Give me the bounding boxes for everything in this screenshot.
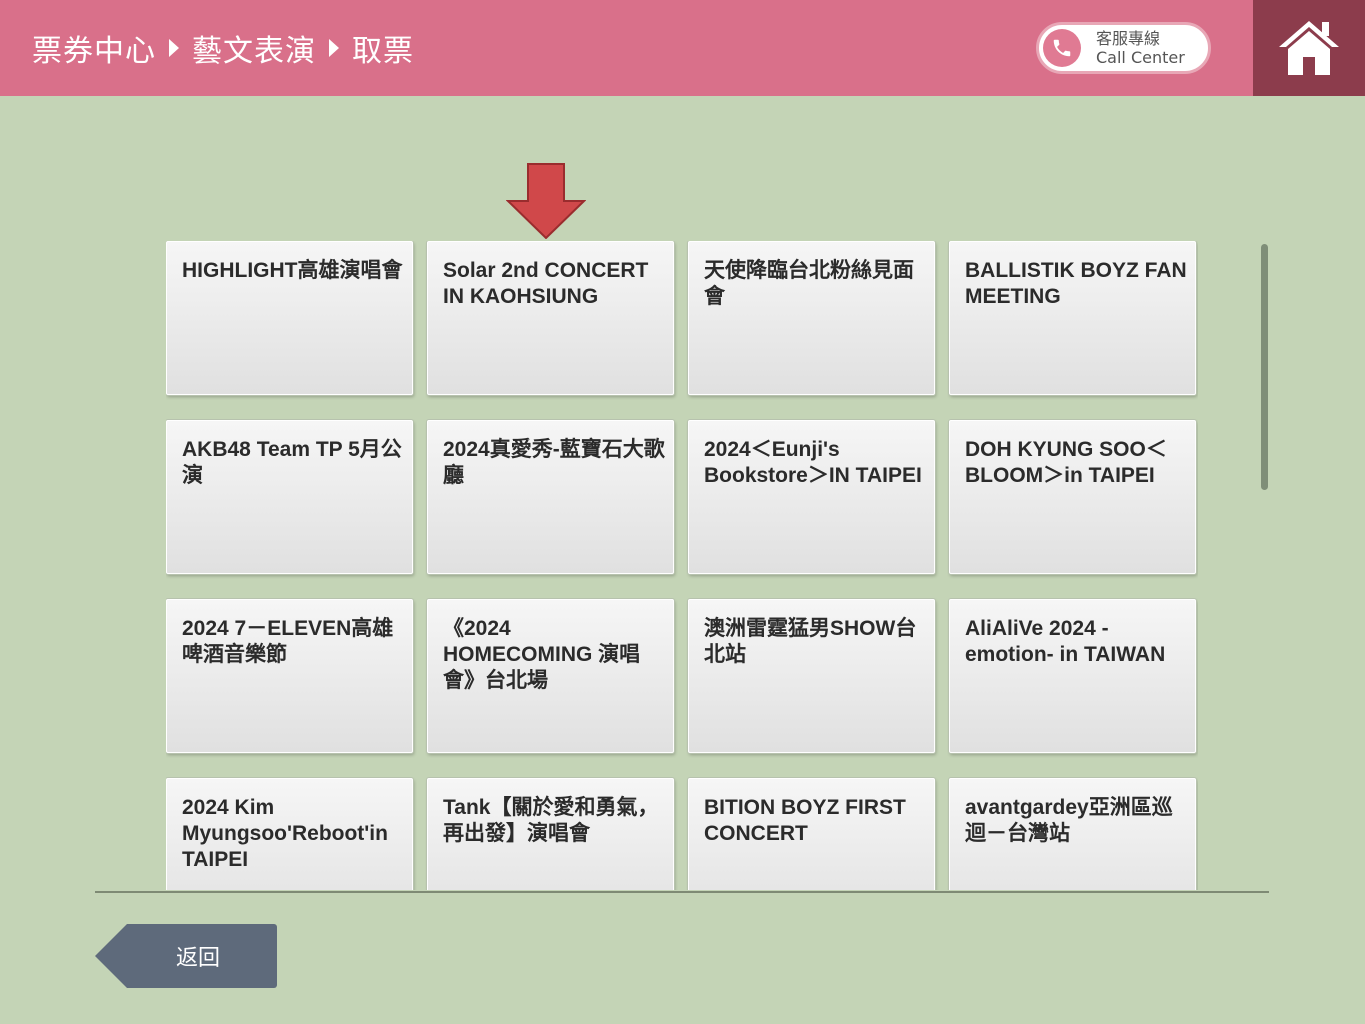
call-center-label-zh: 客服專線 [1096, 29, 1161, 48]
back-button[interactable]: 返回 [95, 924, 277, 988]
event-tile[interactable]: Solar 2nd CONCERT IN KAOHSIUNG [427, 241, 674, 395]
header-bar: 票券中心 藝文表演 取票 客服專線 Call Center [0, 0, 1365, 96]
breadcrumb-separator-icon [169, 39, 179, 57]
home-button[interactable] [1253, 0, 1365, 96]
event-tile[interactable]: Tank【關於愛和勇氣，再出發】演唱會 [427, 778, 674, 890]
breadcrumb-performing-arts[interactable]: 藝文表演 [192, 26, 316, 70]
divider [95, 891, 1269, 893]
event-title: avantgardey亞洲區巡迴－台灣站 [965, 796, 1173, 845]
call-center-label: 客服專線 Call Center [1096, 29, 1185, 67]
event-title: BITION BOYZ FIRST CONCERT [704, 796, 906, 845]
event-tile[interactable]: BITION BOYZ FIRST CONCERT [688, 778, 935, 890]
home-icon [1279, 21, 1339, 75]
event-title: 2024＜Eunji's Bookstore＞IN TAIPEI [704, 438, 922, 487]
event-grid: HIGHLIGHT高雄演唱會 Solar 2nd CONCERT IN KAOH… [166, 241, 1198, 890]
event-tile[interactable]: HIGHLIGHT高雄演唱會 [166, 241, 413, 395]
back-button-label: 返回 [175, 946, 220, 971]
event-tile[interactable]: 天使降臨台北粉絲見面會 [688, 241, 935, 395]
event-title: HIGHLIGHT高雄演唱會 [182, 259, 403, 282]
breadcrumb-separator-icon [329, 39, 339, 57]
down-arrow-icon [506, 163, 586, 239]
event-tile[interactable]: 《2024 HOMECOMING 演唱會》台北場 [427, 599, 674, 753]
event-tile[interactable]: 2024＜Eunji's Bookstore＞IN TAIPEI [688, 420, 935, 574]
event-tile[interactable]: 2024 Kim Myungsoo'Reboot'in TAIPEI [166, 778, 413, 890]
event-tile[interactable]: 澳洲雷霆猛男SHOW台北站 [688, 599, 935, 753]
event-title: 2024 7－ELEVEN高雄啤酒音樂節 [182, 617, 394, 666]
event-title: 2024 Kim Myungsoo'Reboot'in TAIPEI [182, 796, 388, 871]
event-tile[interactable]: AKB48 Team TP 5月公演 [166, 420, 413, 574]
event-grid-viewport[interactable]: HIGHLIGHT高雄演唱會 Solar 2nd CONCERT IN KAOH… [166, 241, 1198, 890]
event-title: 2024真愛秀-藍寶石大歌廳 [443, 438, 665, 487]
event-title: 澳洲雷霆猛男SHOW台北站 [704, 617, 917, 666]
event-title: 天使降臨台北粉絲見面會 [704, 259, 914, 308]
event-tile[interactable]: BALLISTIK BOYZ FAN MEETING [949, 241, 1196, 395]
event-title: Solar 2nd CONCERT IN KAOHSIUNG [443, 259, 649, 308]
event-tile[interactable]: 2024真愛秀-藍寶石大歌廳 [427, 420, 674, 574]
breadcrumb: 票券中心 藝文表演 取票 [32, 26, 414, 70]
call-center-button[interactable]: 客服專線 Call Center [1036, 22, 1211, 74]
event-tile[interactable]: AliAliVe 2024 -emotion- in TAIWAN [949, 599, 1196, 753]
scrollbar[interactable] [1261, 244, 1268, 490]
event-title: AKB48 Team TP 5月公演 [182, 438, 402, 487]
event-tile[interactable]: avantgardey亞洲區巡迴－台灣站 [949, 778, 1196, 890]
event-tile[interactable]: DOH KYUNG SOO＜BLOOM＞in TAIPEI [949, 420, 1196, 574]
call-center-label-en: Call Center [1096, 48, 1185, 67]
phone-icon [1043, 29, 1081, 67]
event-tile[interactable]: 2024 7－ELEVEN高雄啤酒音樂節 [166, 599, 413, 753]
breadcrumb-pick-up: 取票 [352, 34, 414, 69]
event-title: BALLISTIK BOYZ FAN MEETING [965, 259, 1187, 308]
breadcrumb-ticket-center[interactable]: 票券中心 [32, 26, 156, 70]
event-title: Tank【關於愛和勇氣，再出發】演唱會 [443, 796, 659, 845]
event-title: 《2024 HOMECOMING 演唱會》台北場 [443, 617, 641, 692]
event-title: DOH KYUNG SOO＜BLOOM＞in TAIPEI [965, 438, 1167, 487]
event-title: AliAliVe 2024 -emotion- in TAIWAN [965, 617, 1166, 666]
